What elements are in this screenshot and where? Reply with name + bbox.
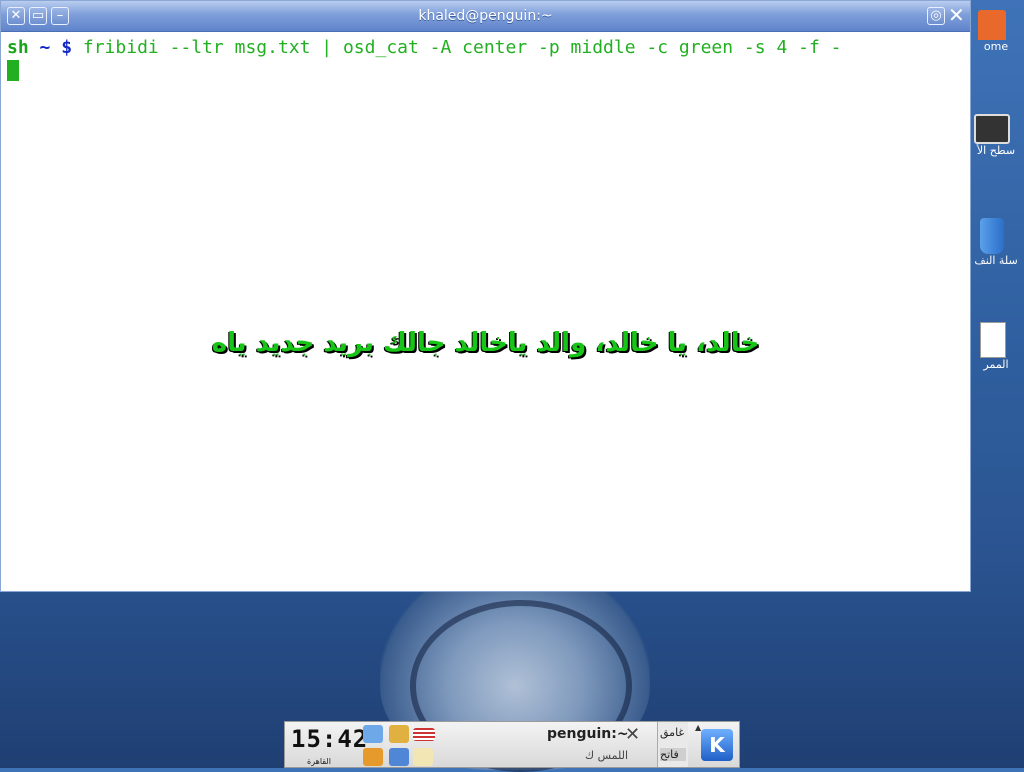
taskbar-item-subtitle[interactable]: اللمس ك [585,749,628,762]
osd-message: خالد، يا خالد، والد ياخالد جالك بريد جدي… [211,328,760,358]
contacts-icon[interactable] [389,748,409,766]
desktop-icon-label: ome [983,40,1009,53]
panel-arrow-icon[interactable]: ▲ [695,723,701,732]
desktop-icon-label: سلة النف [974,254,1018,267]
network-icon[interactable] [363,725,383,743]
pager-desktop-1[interactable]: غامق [660,726,684,739]
command-line: sh ~ $ fribidi --ltr msg.txt | osd_cat -… [7,37,841,58]
monitor-icon [974,114,1010,144]
desktop-icon-label: الممر [983,358,1009,371]
home-icon [978,10,1006,40]
kde-panel: 15:42 القاهرة penguin:~ ✕ اللمس ك غامق ف… [284,721,740,768]
terminal-cursor [7,60,19,81]
desktop-icon-label: سطح الأ [976,144,1016,157]
terminal-window: ✕ ▭ – khaled@penguin:~ ◎ ✕ sh ~ $ fribid… [0,0,971,592]
packages-icon[interactable] [389,725,409,743]
window-title: khaled@penguin:~ [418,8,553,24]
panel-clock[interactable]: 15:42 [291,725,367,753]
prompt-host: sh [7,37,29,58]
desktop-icon-trash[interactable]: سلة النف [968,218,1024,267]
us-flag-icon[interactable] [413,728,435,741]
window-sticky-button[interactable]: ◎ [927,7,945,25]
window-close-x-button[interactable]: ✕ [948,5,965,25]
command-text: fribidi --ltr msg.txt | osd_cat -A cente… [72,37,842,58]
folder-icon[interactable] [363,748,383,766]
pager-desktop-2[interactable]: فاتح [660,748,686,761]
file-icon [980,322,1006,358]
taskbar-close-icon[interactable]: ✕ [625,724,640,745]
prompt-path: ~ [28,37,62,58]
prompt-symbol: $ [61,37,73,58]
desktop-pager: غامق فاتح [657,722,688,767]
clock-location: القاهرة [307,757,331,766]
kde-app-icon[interactable] [413,748,433,766]
kde-menu-button[interactable]: K [701,729,733,761]
desktop-icon-home[interactable]: ome [968,10,1024,53]
window-titlebar[interactable]: ✕ ▭ – khaled@penguin:~ ◎ ✕ [1,1,970,32]
trash-icon [980,218,1004,254]
terminal-area[interactable]: sh ~ $ fribidi --ltr msg.txt | osd_cat -… [1,32,970,591]
desktop-icon-file[interactable]: الممر [968,322,1024,371]
desktop-icon-desktop[interactable]: سطح الأ [968,114,1024,157]
taskbar-item-title[interactable]: penguin:~ [547,726,629,742]
